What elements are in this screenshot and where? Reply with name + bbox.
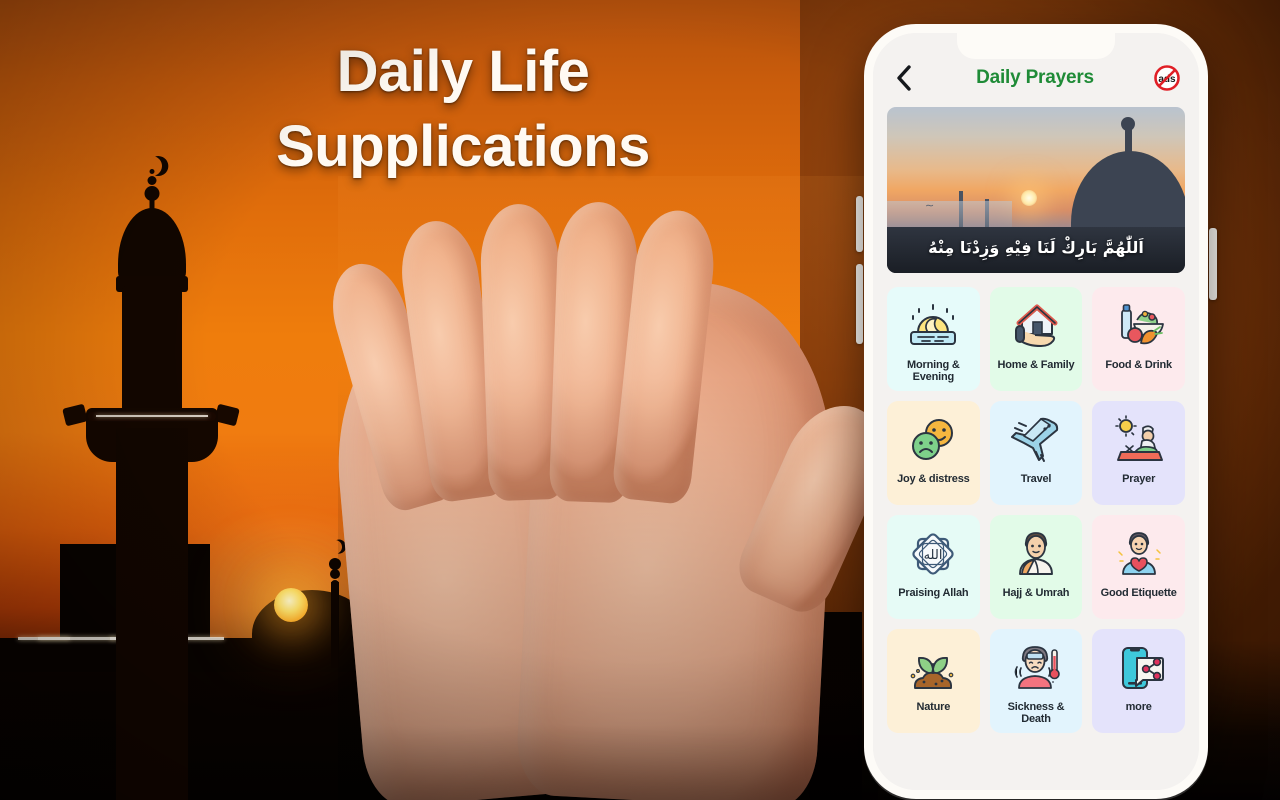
sunrise-icon [905, 297, 961, 355]
category-grid: Morning & Evening Home & Family Food & D… [887, 287, 1185, 747]
phone-body: Daily Prayers ads [864, 24, 1208, 799]
tile-label: Food & Drink [1105, 359, 1172, 371]
headline-line-2: Supplications [276, 114, 650, 180]
tile-label: more [1125, 701, 1152, 713]
ihram-pilgrim-icon [1008, 525, 1064, 583]
allah-emblem-icon: الله [905, 525, 961, 583]
minaret-silhouette [62, 160, 240, 800]
no-ads-icon[interactable]: ads [1153, 64, 1181, 92]
poster-scene: Daily Life Supplications Daily Prayers ∼… [0, 0, 1280, 800]
banner-bird-icon: ∼ [925, 200, 935, 212]
praying-hands-photo [320, 176, 903, 800]
tile-more[interactable]: more [1092, 629, 1185, 733]
tile-label: Morning & Evening [907, 359, 960, 384]
volume-up-button[interactable] [856, 196, 863, 252]
sprout-icon [905, 639, 961, 697]
page-title: Daily Life Supplications [140, 34, 786, 185]
app-screen: Daily Prayers ads [873, 33, 1199, 790]
setting-sun [274, 588, 308, 622]
headline-line-1: Daily Life [336, 39, 590, 104]
tile-label: Travel [1020, 473, 1052, 485]
back-button[interactable] [891, 65, 917, 91]
tile-food-drink[interactable]: Food & Drink [1092, 287, 1185, 391]
emoji-faces-icon [905, 411, 961, 469]
tile-label: Home & Family [997, 359, 1075, 371]
phone-mockup: Daily Prayers ads [854, 24, 1218, 800]
tile-good-etiquette[interactable]: Good Etiquette [1092, 515, 1185, 619]
banner-sun [1021, 190, 1038, 206]
tile-nature[interactable]: Nature [887, 629, 980, 733]
heart-hands-icon [1111, 525, 1167, 583]
tile-prayer[interactable]: Prayer [1092, 401, 1185, 505]
tile-label: Praising Allah [898, 587, 969, 599]
hero-banner[interactable]: ∼ اَللّٰهُمَّ بَارِكْ لَنَا فِيْهِ وَزِد… [887, 107, 1185, 273]
tile-morning-evening[interactable]: Morning & Evening [887, 287, 980, 391]
phone-notch [957, 33, 1115, 59]
food-basket-icon [1111, 297, 1167, 355]
house-in-hand-icon [1008, 297, 1064, 355]
sick-person-icon [1008, 639, 1064, 697]
tile-home-family[interactable]: Home & Family [989, 287, 1083, 391]
share-phone-icon [1111, 639, 1167, 697]
tile-travel[interactable]: Travel [989, 401, 1083, 505]
app-title: Daily Prayers [976, 67, 1094, 88]
tile-label: Nature [916, 701, 951, 713]
tile-label: Hajj & Umrah [1002, 587, 1070, 599]
tile-hajj-umrah[interactable]: Hajj & Umrah [989, 515, 1083, 619]
praying-person-icon [1111, 411, 1167, 469]
volume-down-button[interactable] [856, 264, 863, 344]
tile-praising-allah[interactable]: الله Praising Allah [887, 515, 980, 619]
airplane-icon [1008, 411, 1064, 469]
tile-label: Prayer [1122, 473, 1156, 485]
tile-joy-distress[interactable]: Joy & distress [887, 401, 980, 505]
tile-label: Good Etiquette [1100, 587, 1177, 599]
tile-sickness-death[interactable]: Sickness & Death [989, 629, 1083, 733]
power-button[interactable] [1209, 228, 1217, 300]
banner-arabic-text: اَللّٰهُمَّ بَارِكْ لَنَا فِيْهِ وَزِدْن… [928, 238, 1144, 257]
tile-label: Sickness & Death [1007, 701, 1065, 726]
svg-text:الله: الله [924, 548, 943, 563]
banner-water [887, 201, 1013, 227]
tile-label: Joy & distress [897, 473, 970, 485]
